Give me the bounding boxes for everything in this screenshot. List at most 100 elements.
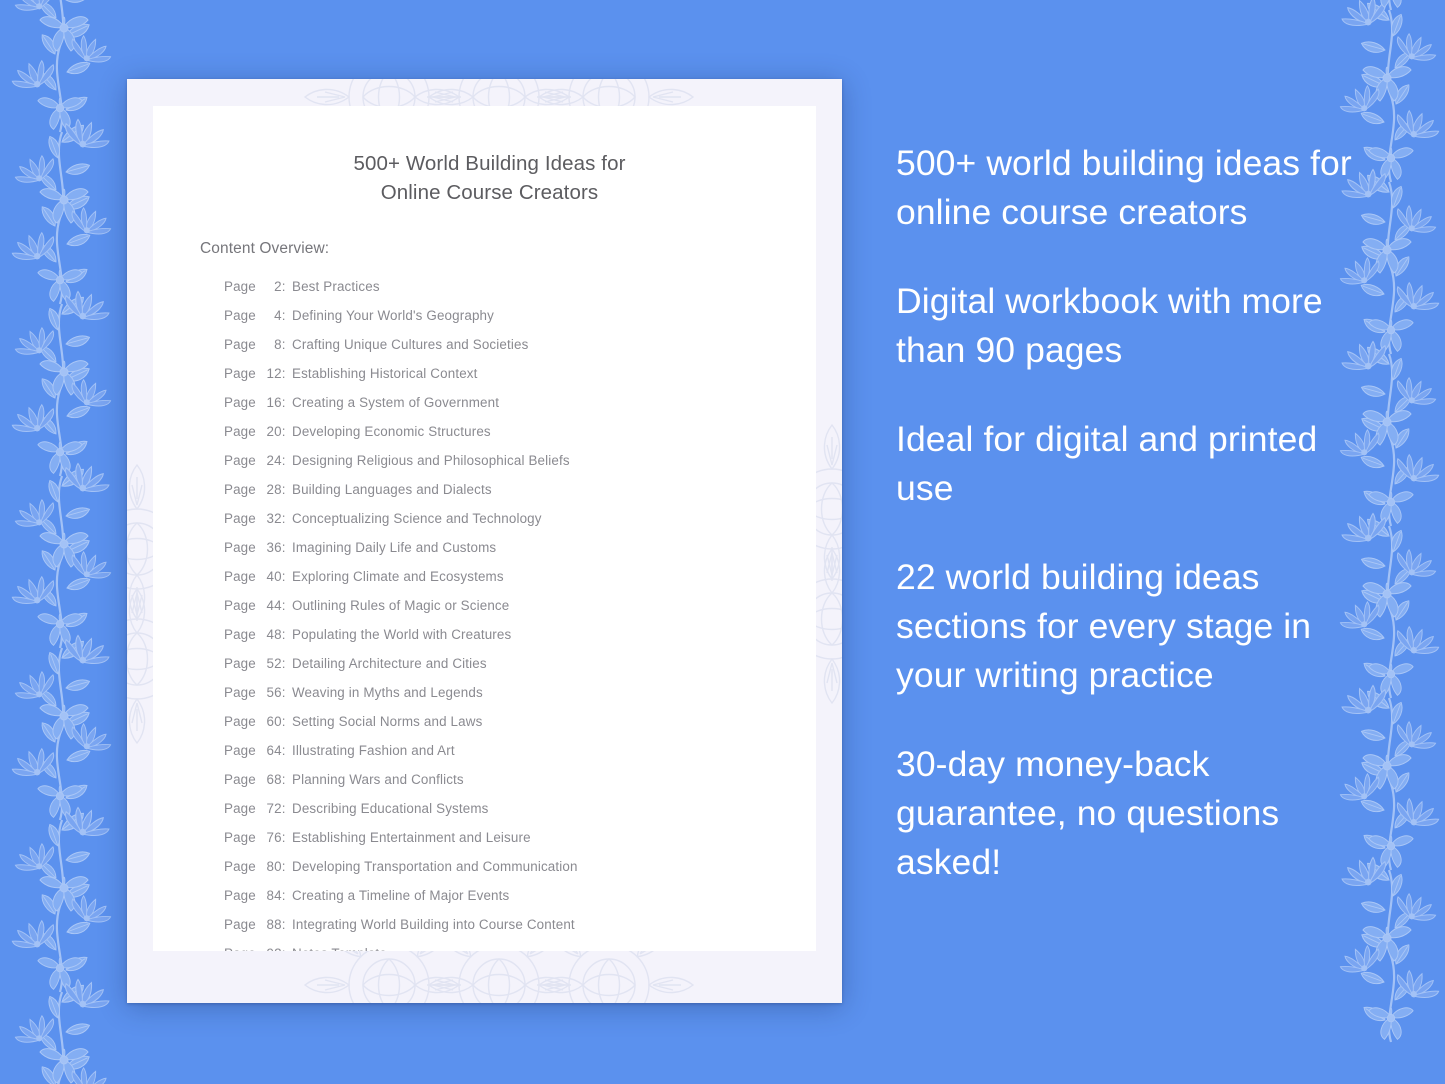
toc-page-number: 16 — [266, 395, 282, 410]
toc-entry-title: Notes Template — [287, 939, 387, 951]
toc-entry-title: Populating the World with Creatures — [292, 627, 512, 642]
toc-entry[interactable]: Page 92:Notes Template — [197, 939, 782, 951]
title-line-1: 500+ World Building Ideas for — [353, 152, 626, 175]
toc-page-number: 80 — [266, 859, 282, 874]
toc-page-number: 2 — [274, 279, 282, 294]
promo-feature-list: 500+ world building ideas for online cou… — [896, 139, 1366, 887]
toc-entry-page: Page 8: — [224, 330, 287, 359]
promo-feature: Digital workbook with more than 90 pages — [896, 281, 1323, 370]
toc-entry[interactable]: Page 2: Best Practices — [197, 272, 782, 301]
toc-entry-title: Conceptualizing Science and Technology — [292, 511, 542, 526]
toc-entry[interactable]: Page 40: Exploring Climate and Ecosystems — [197, 562, 782, 591]
toc-page-number: 68 — [266, 772, 282, 787]
toc-entry[interactable]: Page 56: Weaving in Myths and Legends — [197, 678, 782, 707]
toc-entry-page: Page 64: — [224, 736, 287, 765]
toc-page-number: 56 — [266, 685, 282, 700]
toc-page-number: 28 — [266, 482, 282, 497]
toc-page-number: 72 — [266, 801, 282, 816]
toc-page-number: 24 — [266, 453, 282, 468]
toc-entry-page: Page 60: — [224, 707, 287, 736]
toc-entry-page: Page 56: — [224, 678, 287, 707]
document-page: 500+ World Building Ideas for Online Cou… — [153, 106, 816, 951]
toc-page-number: 52 — [266, 656, 282, 671]
toc-entry-title: Illustrating Fashion and Art — [292, 743, 455, 758]
toc-entry[interactable]: Page 88: Integrating World Building into … — [197, 910, 782, 939]
toc-entry-page: Page 40: — [224, 562, 287, 591]
toc-entry-page: Page 20: — [224, 417, 287, 446]
promo-feature: 500+ world building ideas for online cou… — [896, 143, 1352, 232]
toc-entry-page: Page 84: — [224, 881, 287, 910]
toc-entry-page: Page 92: — [224, 939, 287, 951]
toc-entry-page: Page 88: — [224, 910, 287, 939]
toc-entry-page: Page 76: — [224, 823, 287, 852]
toc-page-number: 12 — [266, 366, 282, 381]
toc-page-number: 20 — [266, 424, 282, 439]
toc-entry-page: Page 24: — [224, 446, 287, 475]
toc-entry[interactable]: Page 28: Building Languages and Dialects — [197, 475, 782, 504]
promo-feature: Ideal for digital and printed use — [896, 419, 1318, 508]
toc-entry-page: Page 12: — [224, 359, 287, 388]
toc-entry-page: Page 72: — [224, 794, 287, 823]
toc-entry[interactable]: Page 36: Imagining Daily Life and Customs — [197, 533, 782, 562]
toc-entry[interactable]: Page 80: Developing Transportation and Co… — [197, 852, 782, 881]
toc-page-number: 76 — [266, 830, 282, 845]
toc-page-number: 4 — [274, 308, 282, 323]
toc-entry[interactable]: Page 24: Designing Religious and Philosop… — [197, 446, 782, 475]
toc-entry[interactable]: Page 72: Describing Educational Systems — [197, 794, 782, 823]
toc-entry-title: Describing Educational Systems — [292, 801, 489, 816]
toc-entry-page: Page 80: — [224, 852, 287, 881]
toc-entry-page: Page 32: — [224, 504, 287, 533]
toc-entry-page: Page 2: — [224, 272, 287, 301]
toc-entry-page: Page 48: — [224, 620, 287, 649]
toc-entry-title: Setting Social Norms and Laws — [292, 714, 483, 729]
toc-page-number: 88 — [266, 917, 282, 932]
toc-entry-page: Page 16: — [224, 388, 287, 417]
toc-entry[interactable]: Page 64: Illustrating Fashion and Art — [197, 736, 782, 765]
toc-entry-title: Developing Transportation and Communicat… — [292, 859, 578, 874]
toc-page-number: 36 — [266, 540, 282, 555]
toc-entry-page: Page 68: — [224, 765, 287, 794]
toc-entry-page: Page 28: — [224, 475, 287, 504]
toc-entry-title: Developing Economic Structures — [292, 424, 491, 439]
toc-entry[interactable]: Page 4: Defining Your World's Geography — [197, 301, 782, 330]
toc-entry-title: Establishing Entertainment and Leisure — [292, 830, 531, 845]
toc-entry-title: Integrating World Building into Course C… — [292, 917, 575, 932]
toc-entry-title: Building Languages and Dialects — [292, 482, 492, 497]
toc-entry[interactable]: Page 52: Detailing Architecture and Citie… — [197, 649, 782, 678]
toc-entry[interactable]: Page 76: Establishing Entertainment and L… — [197, 823, 782, 852]
content-overview-label: Content Overview: — [200, 240, 330, 257]
toc-entry-page: Page 52: — [224, 649, 287, 678]
toc-entry-title: Best Practices — [292, 279, 380, 294]
toc-entry-title: Detailing Architecture and Cities — [292, 656, 487, 671]
toc-entry[interactable]: Page 48: Populating the World with Creatu… — [197, 620, 782, 649]
toc-entry-title: Establishing Historical Context — [292, 366, 478, 381]
workbook-preview-card: 500+ World Building Ideas for Online Cou… — [127, 79, 842, 1003]
toc-entry-title: Creating a System of Government — [292, 395, 500, 410]
toc-page-number: 40 — [266, 569, 282, 584]
toc-entry[interactable]: Page 12: Establishing Historical Context — [197, 359, 782, 388]
toc-entry[interactable]: Page 60: Setting Social Norms and Laws — [197, 707, 782, 736]
toc-page-number: 44 — [266, 598, 282, 613]
product-listing-image: 500+ World Building Ideas for Online Cou… — [0, 0, 1445, 1084]
toc-entry-title: Designing Religious and Philosophical Be… — [292, 453, 570, 468]
toc-page-number: 48 — [266, 627, 282, 642]
toc-entry-page: Page 36: — [224, 533, 287, 562]
toc-entry-title: Imagining Daily Life and Customs — [292, 540, 497, 555]
toc-entry[interactable]: Page 32: Conceptualizing Science and Tech… — [197, 504, 782, 533]
toc-page-number: 8 — [274, 337, 282, 352]
toc-entry-page: Page 44: — [224, 591, 287, 620]
table-of-contents: Page 2: Best Practices Page 4: Defining You… — [197, 272, 782, 951]
toc-entry[interactable]: Page 20: Developing Economic Structures — [197, 417, 782, 446]
title-line-2: Online Course Creators — [380, 181, 599, 204]
toc-entry-title: Creating a Timeline of Major Events — [292, 888, 510, 903]
toc-entry-title: Weaving in Myths and Legends — [292, 685, 483, 700]
toc-entry-page: Page 4: — [224, 301, 287, 330]
toc-entry[interactable]: Page 84: Creating a Timeline of Major Eve… — [197, 881, 782, 910]
toc-entry[interactable]: Page 8: Crafting Unique Cultures and Soci… — [197, 330, 782, 359]
toc-page-number: 92 — [260, 939, 282, 951]
toc-entry-title: Planning Wars and Conflicts — [292, 772, 464, 787]
toc-entry[interactable]: Page 68: Planning Wars and Conflicts — [197, 765, 782, 794]
toc-entry[interactable]: Page 44: Outlining Rules of Magic or Scie… — [197, 591, 782, 620]
toc-entry[interactable]: Page 16: Creating a System of Government — [197, 388, 782, 417]
toc-page-number: 64 — [266, 743, 282, 758]
